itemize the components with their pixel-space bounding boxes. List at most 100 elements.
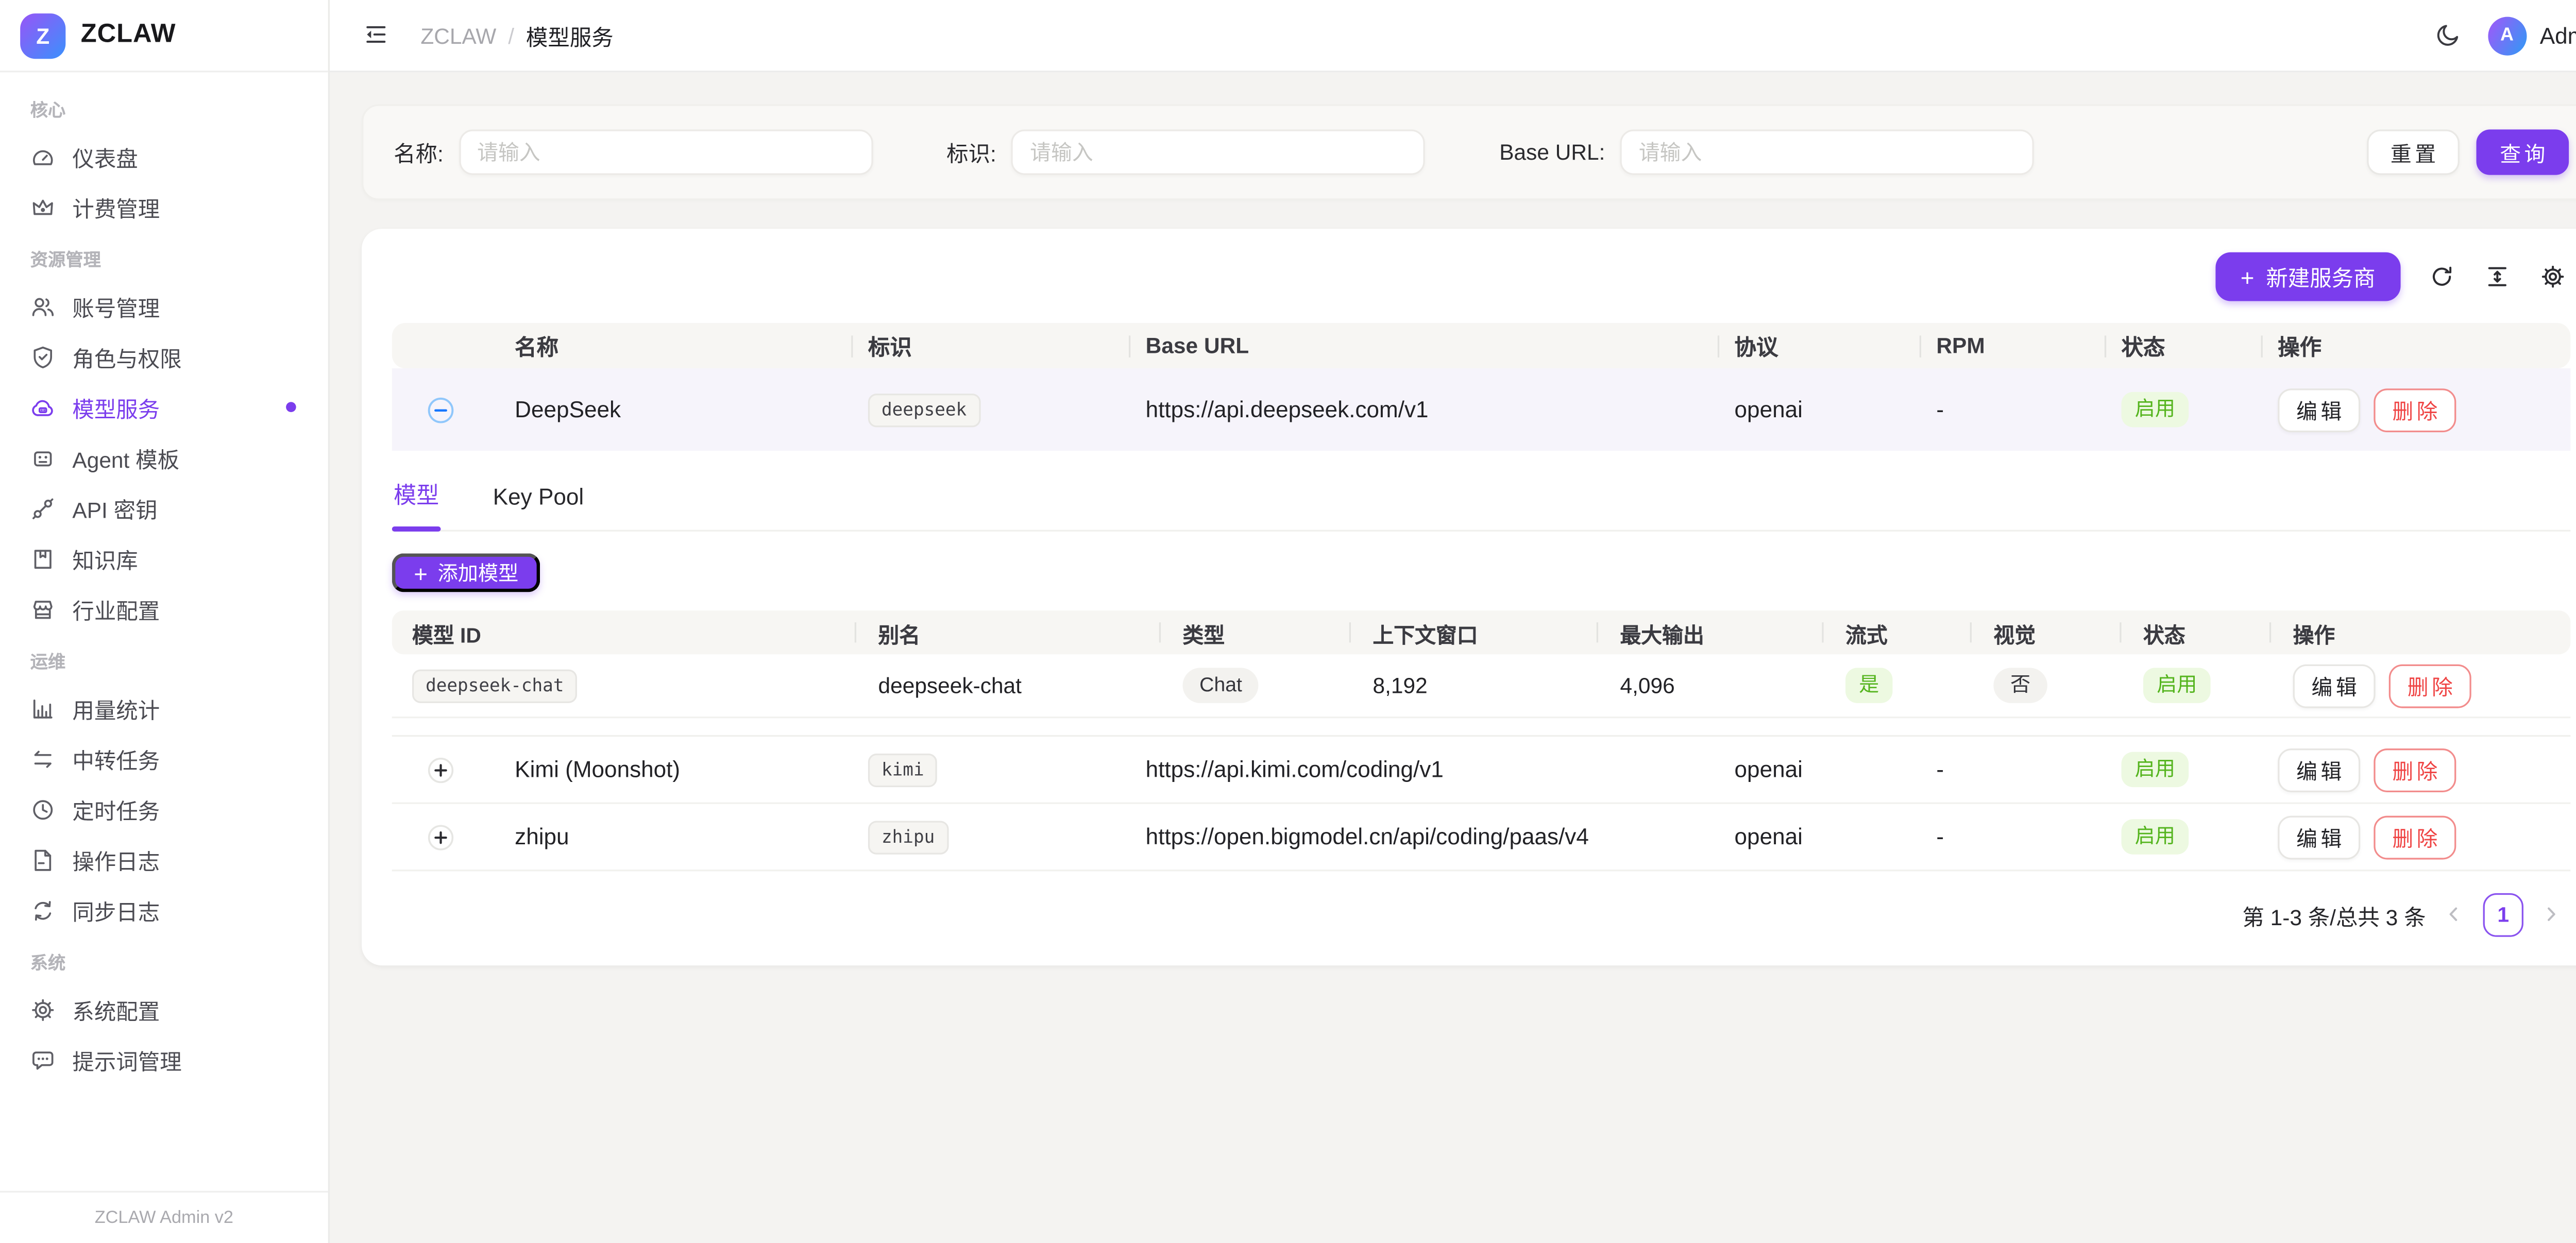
sidebar-logo[interactable]: Z ZCLAW [0, 0, 328, 72]
crown-icon [30, 194, 56, 219]
provider-slug-tag: kimi [868, 753, 938, 786]
edit-button[interactable]: 编辑 [2278, 815, 2360, 859]
header-slug: 标识 [841, 323, 1119, 368]
refresh-button[interactable] [2429, 263, 2456, 290]
next-page-button[interactable] [2540, 903, 2564, 927]
add-model-button[interactable]: + 添加模型 [392, 553, 540, 592]
expand-row-button[interactable] [427, 823, 453, 850]
filter-field-name: 名称: [394, 129, 872, 175]
sidebar-item-label: 中转任务 [72, 743, 160, 775]
sidebar-item-accounts[interactable]: 账号管理 [17, 281, 311, 331]
sidebar-item-billing[interactable]: 计费管理 [17, 182, 311, 232]
provider-name: zhipu [488, 804, 841, 870]
row-density-button[interactable] [2485, 263, 2512, 290]
minus-circle-icon [427, 396, 453, 423]
header-context-window: 上下文窗口 [1346, 610, 1593, 654]
reset-button[interactable]: 重置 [2367, 129, 2460, 175]
nav-section-core: 核心 [17, 82, 311, 131]
sidebar-item-system-config[interactable]: 系统配置 [17, 984, 311, 1034]
delete-button[interactable]: 删除 [2374, 747, 2456, 791]
base-url-filter-input[interactable] [1620, 129, 2034, 175]
gear-icon [2540, 263, 2566, 288]
sidebar-item-label: 定时任务 [72, 793, 160, 825]
filter-field-base-url: Base URL: [1499, 129, 2034, 175]
sidebar-item-operation-logs[interactable]: 操作日志 [17, 835, 311, 885]
query-button-label: 查询 [2500, 136, 2549, 168]
sidebar-item-api-keys[interactable]: API 密钥 [17, 483, 311, 533]
file-text-icon [30, 847, 56, 872]
edit-model-button[interactable]: 编辑 [2293, 663, 2376, 707]
dark-mode-toggle[interactable] [2435, 22, 2462, 48]
slug-filter-label: 标识: [946, 136, 996, 168]
sidebar-item-agent-templates[interactable]: Agent 模板 [17, 432, 311, 483]
delete-button[interactable]: 删除 [2374, 815, 2456, 859]
providers-table-header: 名称 标识 Base URL 协议 RPM 状态 操作 [392, 323, 2571, 368]
expand-row-button[interactable] [427, 756, 453, 783]
reset-button-label: 重置 [2391, 136, 2439, 168]
gauge-icon [30, 144, 56, 169]
cloud-icon [30, 395, 56, 420]
header-vision: 视觉 [1967, 610, 2116, 654]
message-icon [30, 1047, 56, 1072]
query-button[interactable]: 查询 [2476, 129, 2569, 175]
edit-button-label: 编辑 [2312, 670, 2361, 702]
sidebar-nav: 核心 仪表盘 计费管理 资源管理 账号管理 角色与权限 模型服务 [0, 72, 328, 1190]
delete-button[interactable]: 删除 [2374, 388, 2456, 432]
refresh-icon [2429, 263, 2454, 288]
deepseek-expanded-panel: 模型 Key Pool + 添加模型 模型 ID 别名 类型 上下文窗口 最大输… [392, 451, 2571, 737]
status-badge: 启用 [2143, 668, 2211, 703]
sidebar-item-label: 知识库 [72, 542, 138, 574]
name-filter-input[interactable] [459, 129, 872, 175]
header-protocol: 协议 [1707, 323, 1909, 368]
table-settings-button[interactable] [2540, 263, 2567, 290]
providers-card: + 新建服务商 名称 标识 [362, 229, 2576, 965]
sidebar-item-prompt-management[interactable]: 提示词管理 [17, 1034, 311, 1085]
edit-button[interactable]: 编辑 [2278, 747, 2360, 791]
filter-actions: 重置 查询 [2367, 129, 2569, 175]
sidebar-item-industry-config[interactable]: 行业配置 [17, 584, 311, 634]
sidebar-item-relay-tasks[interactable]: 中转任务 [17, 734, 311, 784]
tab-key-pool[interactable]: Key Pool [491, 459, 585, 530]
collapse-row-button[interactable] [427, 396, 453, 423]
provider-base-url: https://api.kimi.com/coding/v1 [1118, 737, 1707, 802]
breadcrumb-root[interactable]: ZCLAW [420, 23, 496, 48]
pagination-summary: 第 1-3 条/总共 3 条 [2242, 899, 2426, 931]
sidebar-item-model-services[interactable]: 模型服务 [17, 382, 311, 432]
table-row-kimi[interactable]: Kimi (Moonshot) kimi https://api.kimi.co… [392, 737, 2571, 804]
sidebar-item-sync-logs[interactable]: 同步日志 [17, 885, 311, 935]
pagination: 第 1-3 条/总共 3 条 1 [392, 871, 2571, 952]
table-toolbar: + 新建服务商 [392, 249, 2571, 323]
table-row-deepseek[interactable]: DeepSeek deepseek https://api.deepseek.c… [392, 368, 2571, 451]
menu-fold-icon [363, 21, 388, 46]
sidebar-footer-version: ZCLAW Admin v2 [0, 1191, 328, 1243]
brand-name: ZCLAW [81, 20, 176, 50]
sidebar-item-roles[interactable]: 角色与权限 [17, 331, 311, 382]
nav-section-system: 系统 [17, 935, 311, 984]
sidebar: Z ZCLAW 核心 仪表盘 计费管理 资源管理 账号管理 角色与权限 [0, 0, 330, 1243]
slug-filter-input[interactable] [1011, 129, 1425, 175]
plus-circle-icon [427, 823, 453, 850]
prev-page-button[interactable] [2443, 903, 2466, 927]
page-number-button[interactable]: 1 [2483, 893, 2523, 937]
sidebar-item-usage-stats[interactable]: 用量统计 [17, 683, 311, 734]
sidebar-item-dashboard[interactable]: 仪表盘 [17, 131, 311, 182]
header-max-output: 最大输出 [1593, 610, 1819, 654]
model-type-badge: Chat [1183, 668, 1259, 703]
gear-icon [30, 997, 56, 1022]
table-row-zhipu[interactable]: zhipu zhipu https://open.bigmodel.cn/api… [392, 804, 2571, 872]
sidebar-item-knowledge-base[interactable]: 知识库 [17, 533, 311, 584]
delete-button-label: 删除 [2392, 394, 2441, 425]
book-icon [30, 546, 56, 571]
delete-model-button[interactable]: 删除 [2389, 663, 2471, 707]
header-type: 类型 [1156, 610, 1346, 654]
header-status: 状态 [2094, 323, 2251, 368]
sidebar-collapse-button[interactable] [363, 21, 392, 50]
create-provider-button[interactable]: + 新建服务商 [2215, 252, 2401, 301]
model-context-window: 8,192 [1346, 654, 1593, 717]
edit-button[interactable]: 编辑 [2278, 388, 2360, 432]
sidebar-item-scheduled-tasks[interactable]: 定时任务 [17, 784, 311, 835]
column-height-icon [2485, 263, 2510, 288]
tab-models[interactable]: 模型 [392, 451, 441, 530]
model-row-deepseek-chat[interactable]: deepseek-chat deepseek-chat Chat 8,192 4… [392, 654, 2571, 718]
user-menu[interactable]: A Admin [2488, 16, 2576, 55]
